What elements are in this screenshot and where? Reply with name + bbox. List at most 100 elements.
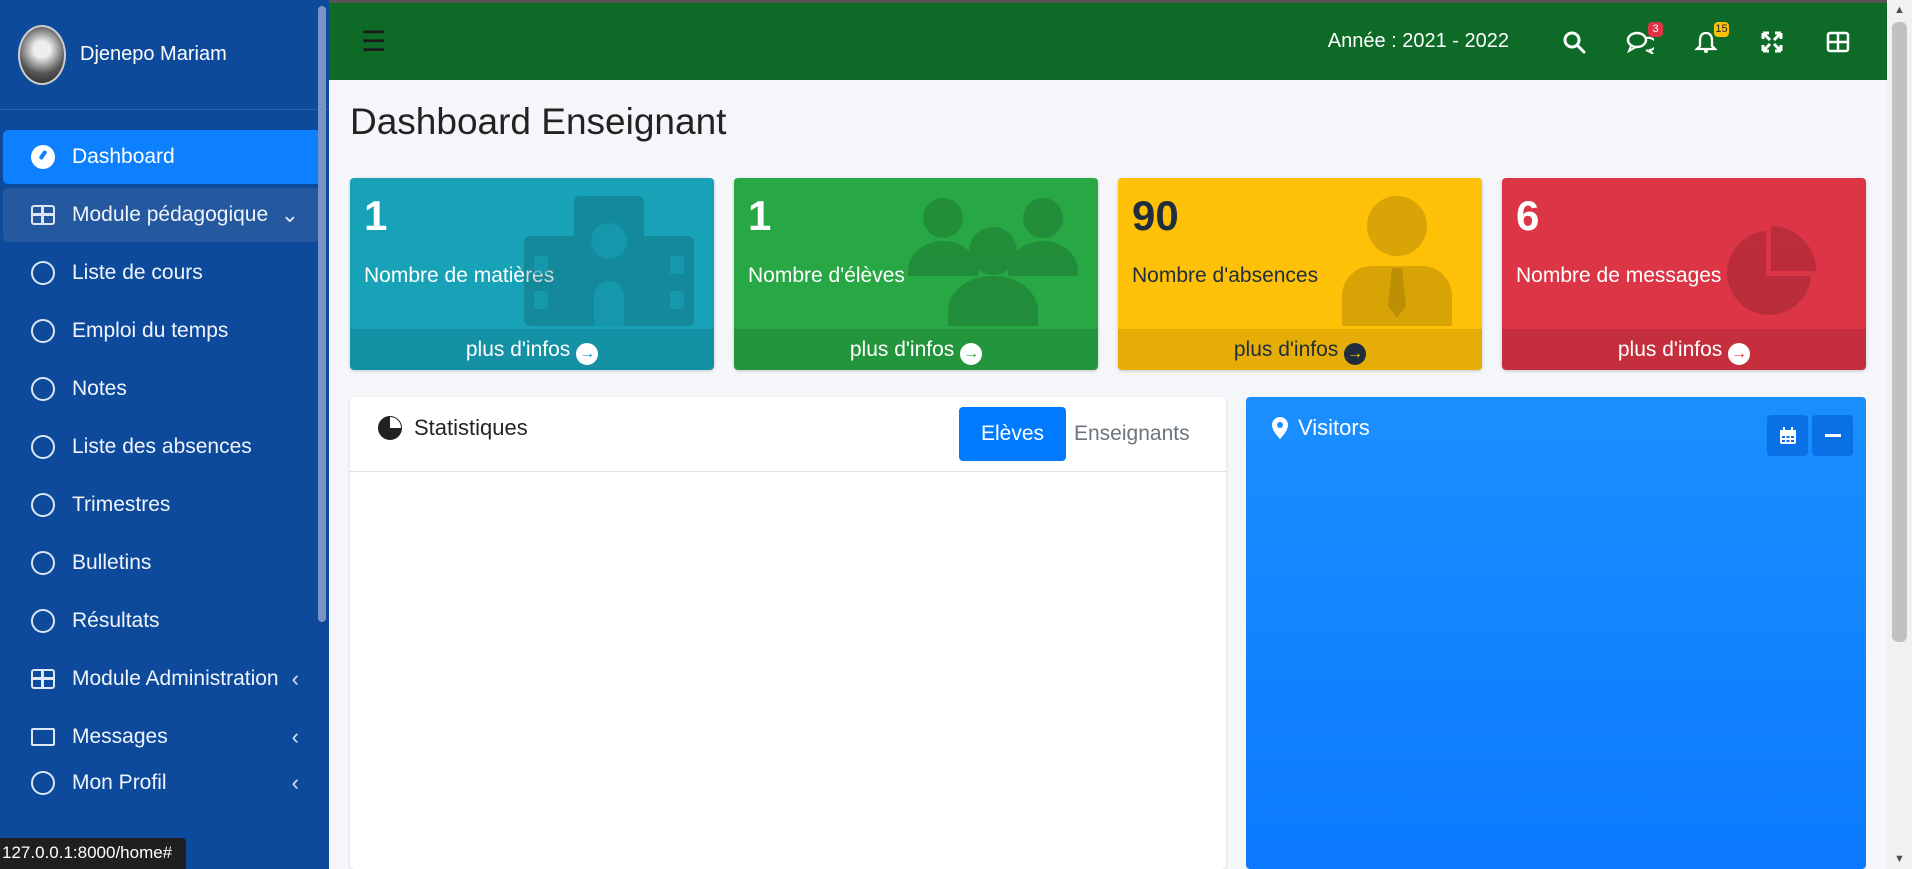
user-name[interactable]: Djenepo Mariam — [80, 43, 227, 66]
minus-icon — [1824, 433, 1841, 437]
circle-icon — [30, 550, 56, 576]
sidebar-item-label: Mon Profil — [72, 771, 167, 794]
layout-grid-icon[interactable] — [1821, 25, 1855, 59]
sidebar-item-module-pedagogique[interactable]: Module pédagogique ⌄ — [3, 188, 321, 242]
arrow-circle-right-icon: → — [576, 343, 599, 365]
sidebar-item-label: Messages — [72, 725, 168, 748]
chevron-left-icon: ‹ — [291, 666, 299, 691]
sidebar-nav: Dashboard Module pédagogique ⌄ Liste de … — [0, 110, 329, 798]
card-title: Statistiques — [378, 415, 528, 441]
sidebar-item-notes[interactable]: Notes — [3, 362, 321, 416]
tab-enseignants[interactable]: Enseignants — [1052, 407, 1212, 461]
sidebar-item-dashboard[interactable]: Dashboard — [3, 130, 321, 184]
sidebar-scrollbar[interactable] — [318, 6, 326, 622]
scroll-up-arrow-icon[interactable]: ▲ — [1894, 4, 1905, 16]
user-panel[interactable]: Djenepo Mariam — [0, 0, 329, 110]
notifications-badge: 15 — [1714, 21, 1729, 37]
circle-icon — [30, 492, 56, 518]
sidebar-item-emploi-du-temps[interactable]: Emploi du temps — [3, 304, 321, 358]
sidebar-item-liste-des-absences[interactable]: Liste des absences — [3, 420, 321, 474]
pie-chart-icon — [1727, 226, 1816, 315]
messages-icon[interactable]: 3 — [1623, 21, 1663, 59]
sidebar-item-label: Emploi du temps — [72, 319, 229, 342]
more-info-label: plus d'infos — [1233, 338, 1339, 361]
more-info-label: plus d'infos — [1617, 338, 1723, 361]
sidebar-item-label: Liste de cours — [72, 261, 203, 284]
visitors-card: Visitors — [1246, 397, 1866, 869]
hamburger-menu-icon[interactable]: ☰ — [361, 25, 386, 58]
sidebar-item-bulletins[interactable]: Bulletins — [3, 536, 321, 590]
card-title-label: Visitors — [1298, 415, 1370, 440]
more-info-label: plus d'infos — [465, 338, 571, 361]
collapse-button[interactable] — [1812, 415, 1853, 456]
sidebar-item-mon-profil[interactable]: Mon Profil ‹ — [3, 768, 321, 798]
search-icon[interactable] — [1557, 25, 1591, 59]
chevron-left-icon: ‹ — [291, 724, 299, 749]
sidebar: Djenepo Mariam Dashboard Module pédagogi… — [0, 0, 329, 869]
stat-value: 1 — [364, 192, 388, 239]
map-marker-icon — [1272, 417, 1288, 439]
sidebar-item-resultats[interactable]: Résultats — [3, 594, 321, 648]
status-bar-url: 127.0.0.1:8000/home# — [0, 838, 186, 869]
stat-label: Nombre d'élèves — [748, 264, 905, 287]
more-info-link[interactable]: plus d'infos → — [734, 329, 1098, 370]
circle-icon — [30, 260, 56, 286]
school-icon — [524, 196, 694, 326]
circle-icon — [30, 376, 56, 402]
arrow-circle-right-icon: → — [960, 343, 983, 365]
avatar[interactable] — [18, 24, 66, 85]
sidebar-item-label: Trimestres — [72, 493, 171, 516]
chevron-left-icon: ‹ — [291, 770, 299, 795]
more-info-link[interactable]: plus d'infos → — [350, 329, 714, 370]
stat-box-matieres: 1 Nombre de matières plus d'infos → — [350, 178, 714, 370]
sidebar-item-messages[interactable]: Messages ‹ — [3, 710, 321, 764]
sidebar-item-label: Bulletins — [72, 551, 152, 574]
circle-icon — [30, 318, 56, 344]
card-title: Visitors — [1272, 415, 1370, 441]
bell-icon[interactable]: 15 — [1689, 21, 1729, 59]
user-tie-icon — [1342, 196, 1452, 326]
arrow-circle-right-icon: → — [1728, 343, 1751, 365]
circle-icon — [30, 608, 56, 634]
users-icon — [908, 198, 1078, 326]
stat-box-messages: 6 Nombre de messages plus d'infos → — [1502, 178, 1866, 370]
dashboard-gauge-icon — [30, 144, 56, 170]
fullscreen-icon[interactable] — [1755, 25, 1789, 59]
tab-eleves[interactable]: Elèves — [959, 407, 1067, 461]
stat-value: 90 — [1132, 192, 1179, 239]
stat-box-eleves: 1 Nombre d'élèves plus d'infos → — [734, 178, 1098, 370]
sidebar-item-label: Module pédagogique — [72, 203, 269, 226]
sidebar-item-label: Liste des absences — [72, 435, 252, 458]
arrow-circle-right-icon: → — [1344, 343, 1367, 365]
scrollbar-thumb[interactable] — [1892, 22, 1907, 642]
sidebar-item-label: Dashboard — [72, 145, 175, 168]
stat-box-absences: 90 Nombre d'absences plus d'infos → — [1118, 178, 1482, 370]
calendar-button[interactable] — [1767, 415, 1808, 456]
table-icon — [30, 666, 56, 692]
messages-badge: 3 — [1648, 21, 1663, 37]
circle-icon — [30, 434, 56, 460]
school-year-label: Année : 2021 - 2022 — [1327, 30, 1509, 52]
scroll-down-arrow-icon[interactable]: ▼ — [1894, 853, 1905, 865]
stat-label: Nombre d'absences — [1132, 264, 1319, 287]
user-icon — [30, 770, 56, 796]
sidebar-item-module-administration[interactable]: Module Administration ‹ — [3, 652, 321, 706]
more-info-label: plus d'infos — [849, 338, 955, 361]
card-title-label: Statistiques — [414, 415, 528, 440]
table-icon — [30, 202, 56, 228]
sidebar-item-label: Résultats — [72, 609, 160, 632]
statistics-card: Statistiques Elèves Enseignants — [350, 397, 1226, 869]
page-scrollbar[interactable]: ▲ ▼ — [1887, 0, 1912, 869]
sidebar-item-trimestres[interactable]: Trimestres — [3, 478, 321, 532]
envelope-icon — [30, 724, 56, 750]
more-info-link[interactable]: plus d'infos → — [1118, 329, 1482, 370]
stat-value: 1 — [748, 192, 772, 239]
sidebar-item-label: Module Administration — [72, 667, 279, 690]
calendar-icon — [1779, 426, 1796, 444]
sidebar-item-liste-de-cours[interactable]: Liste de cours — [3, 246, 321, 300]
card-header: Statistiques Elèves Enseignants — [350, 397, 1226, 472]
stat-value: 6 — [1516, 192, 1540, 239]
topbar: ☰ Année : 2021 - 2022 3 15 — [329, 0, 1887, 80]
pie-chart-icon — [378, 416, 402, 440]
more-info-link[interactable]: plus d'infos → — [1502, 329, 1866, 370]
